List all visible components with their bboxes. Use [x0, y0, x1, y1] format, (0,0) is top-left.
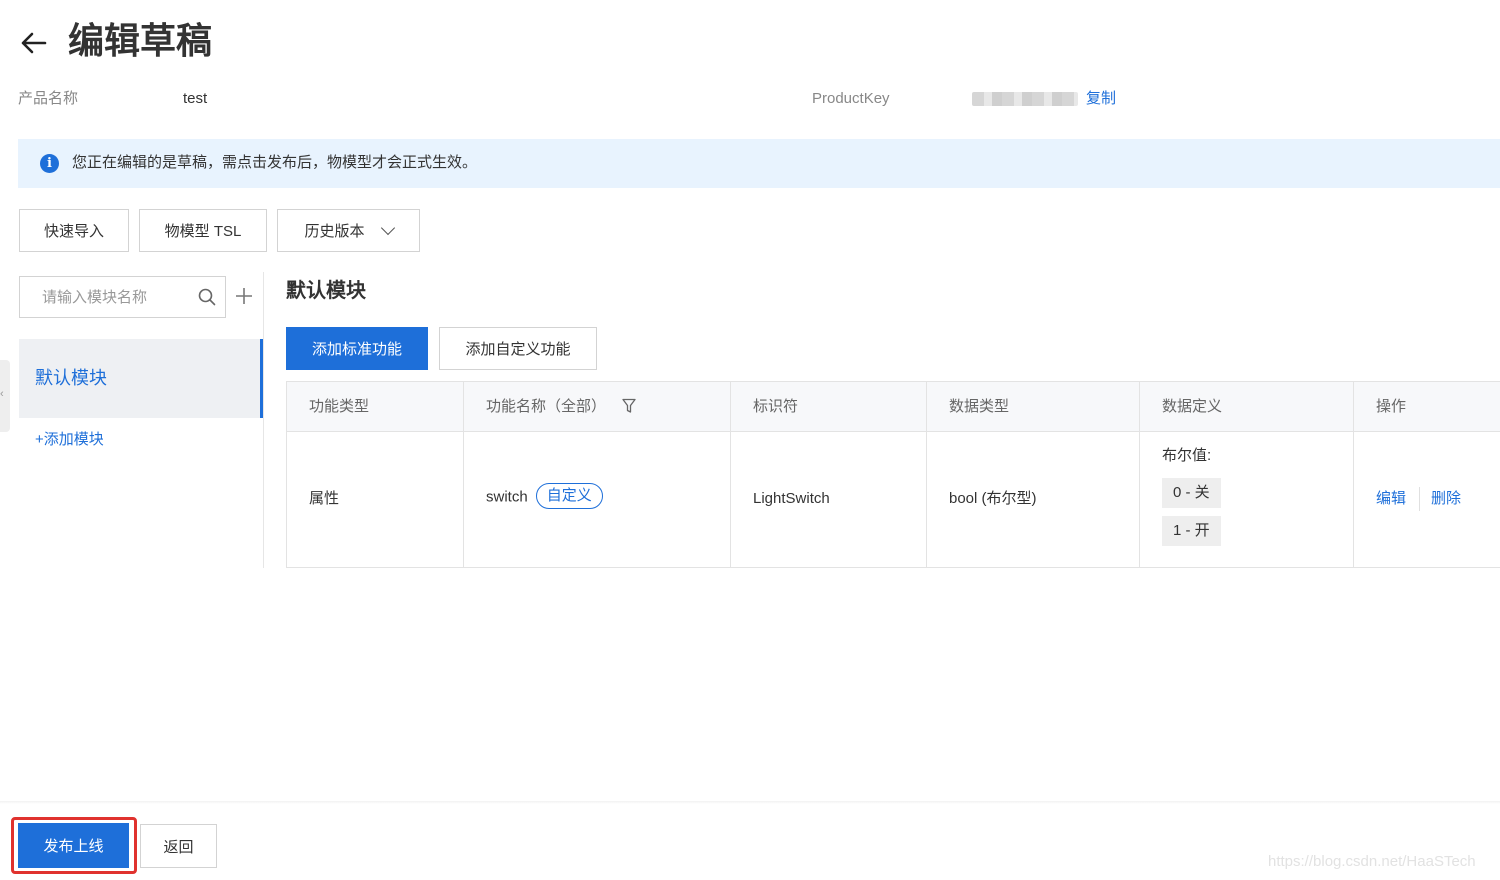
delete-link[interactable]: 删除 [1431, 489, 1461, 509]
cell-name-wrap: switch 自定义 [486, 483, 603, 509]
plus-icon[interactable] [233, 285, 255, 307]
product-key-label: ProductKey [812, 90, 890, 107]
definition-value-chip: 0 - 关 [1162, 478, 1221, 508]
history-version-label: 历史版本 [304, 223, 365, 240]
function-table: 功能类型 功能名称（全部） 标识符 数据类型 数据定义 操作 属性 switch… [286, 381, 1500, 568]
module-search [19, 276, 226, 318]
custom-tag: 自定义 [535, 483, 603, 509]
tsl-label: 物模型 TSL [164, 223, 242, 240]
back-label: 返回 [163, 838, 194, 856]
action-divider [1419, 487, 1420, 511]
cell-type: 属性 [287, 432, 464, 567]
publish-label: 发布上线 [43, 838, 104, 855]
table-row: 属性 switch 自定义 LightSwitch bool (布尔型) 布尔值:… [287, 432, 1500, 567]
module-item-default[interactable]: 默认模块 [19, 339, 263, 418]
column-header-actions: 操作 [1376, 398, 1407, 415]
sidebar-divider [263, 272, 264, 568]
cell-type-text: 属性 [309, 490, 340, 507]
arrow-left-icon[interactable] [18, 28, 48, 58]
cell-name: switch 自定义 [464, 432, 731, 567]
quick-import-label: 快速导入 [43, 223, 104, 240]
cell-name-text: switch [486, 488, 528, 506]
chevron-down-icon [380, 220, 395, 235]
table-header: 功能类型 功能名称（全部） 标识符 数据类型 数据定义 操作 [287, 382, 1500, 432]
column-header-data-type: 数据类型 [927, 382, 1140, 432]
cell-data-type: bool (布尔型) [927, 432, 1140, 567]
column-header-data-definition: 数据定义 [1140, 382, 1354, 432]
quick-import-button[interactable]: 快速导入 [19, 209, 129, 252]
cell-data-definition: 布尔值: 0 - 关 1 - 开 [1140, 432, 1354, 567]
product-name-value: test [183, 90, 208, 107]
copy-link[interactable]: 复制 [1086, 89, 1116, 109]
cell-identifier-text: LightSwitch [753, 490, 830, 507]
notice-text: 您正在编辑的是草稿，需点击发布后，物模型才会正式生效。 [72, 154, 478, 171]
draft-notice: i 您正在编辑的是草稿，需点击发布后，物模型才会正式生效。 [18, 139, 1500, 188]
product-name-label: 产品名称 [18, 90, 79, 107]
tsl-button[interactable]: 物模型 TSL [139, 209, 267, 252]
definition-title: 布尔值: [1162, 447, 1212, 464]
back-button[interactable]: 返回 [140, 824, 217, 868]
chevron-left-icon: ‹ [0, 388, 4, 400]
section-title: 默认模块 [286, 280, 366, 302]
history-version-dropdown[interactable]: 历史版本 [277, 209, 420, 252]
column-header-name-label: 功能名称（全部） [486, 398, 607, 415]
watermark: https://blog.csdn.net/HaaSTech [1268, 853, 1476, 870]
cell-identifier: LightSwitch [731, 432, 927, 567]
search-icon[interactable] [197, 287, 217, 307]
publish-button[interactable]: 发布上线 [18, 823, 129, 868]
sidebar-collapse-handle[interactable]: ‹ [0, 360, 10, 432]
column-header-identifier: 标识符 [731, 382, 927, 432]
page-title: 编辑草稿 [68, 20, 213, 61]
add-custom-function-label: 添加自定义功能 [465, 341, 571, 358]
cell-actions: 编辑 删除 [1354, 432, 1500, 567]
footer-divider [0, 801, 1500, 804]
module-search-input[interactable] [20, 277, 190, 317]
cell-data-type-text: bool (布尔型) [949, 490, 1037, 507]
add-module-link[interactable]: +添加模块 [35, 430, 104, 450]
add-standard-function-label: 添加标准功能 [311, 341, 402, 358]
info-icon: i [40, 154, 59, 173]
add-standard-function-button[interactable]: 添加标准功能 [286, 327, 428, 370]
add-custom-function-button[interactable]: 添加自定义功能 [439, 327, 597, 370]
edit-link[interactable]: 编辑 [1376, 489, 1406, 509]
module-item-label: 默认模块 [35, 368, 107, 388]
definition-value-chip: 1 - 开 [1162, 516, 1221, 546]
product-key-value-redacted [972, 92, 1078, 106]
column-header-name[interactable]: 功能名称（全部） [464, 382, 731, 432]
filter-icon[interactable] [622, 398, 636, 414]
column-header-type: 功能类型 [287, 382, 464, 432]
